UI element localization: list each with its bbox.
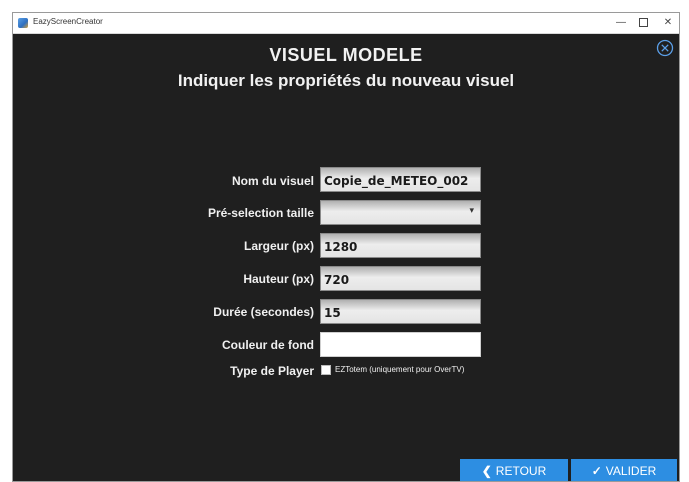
- preselection-label: Pré-selection taille: [207, 206, 314, 220]
- valider-label: VALIDER: [605, 464, 657, 478]
- chevron-left-icon: ❮: [481, 464, 492, 478]
- maximize-button[interactable]: [633, 15, 653, 31]
- largeur-label: Largeur (px): [243, 239, 314, 253]
- eztotem-checkbox-label[interactable]: EZTotem (uniquement pour OverTV): [335, 365, 464, 374]
- close-window-button[interactable]: ✕: [658, 15, 678, 31]
- preselection-select[interactable]: ▾: [320, 200, 481, 225]
- couleur-label: Couleur de fond: [222, 338, 314, 352]
- check-icon: ✓: [591, 464, 602, 478]
- hauteur-label: Hauteur (px): [243, 272, 314, 286]
- nom-label: Nom du visuel: [231, 174, 314, 188]
- window-title: EazyScreenCreator: [33, 17, 103, 26]
- valider-button[interactable]: ✓ VALIDER: [571, 459, 677, 481]
- hauteur-input[interactable]: 720: [320, 266, 481, 291]
- app-window: EazyScreenCreator — ✕ VISUEL MODELE Indi…: [12, 12, 680, 482]
- duree-label: Durée (secondes): [213, 305, 314, 319]
- title-bar: EazyScreenCreator — ✕: [13, 13, 679, 34]
- app-icon: [18, 18, 28, 28]
- page-title: VISUEL MODELE: [269, 45, 423, 65]
- player-label: Type de Player: [230, 364, 314, 378]
- page-subtitle: Indiquer les propriétés du nouveau visue…: [177, 71, 515, 90]
- largeur-input[interactable]: 1280: [320, 233, 481, 258]
- minimize-button[interactable]: —: [611, 15, 631, 31]
- retour-button[interactable]: ❮ RETOUR: [460, 459, 568, 481]
- retour-label: RETOUR: [495, 464, 547, 478]
- chevron-down-icon: ▾: [469, 206, 474, 216]
- eztotem-checkbox[interactable]: [321, 365, 331, 375]
- maximize-icon: [638, 17, 648, 27]
- couleur-picker[interactable]: [320, 332, 481, 357]
- duree-input[interactable]: 15: [320, 299, 481, 324]
- nom-input[interactable]: Copie_de_METEO_002: [320, 167, 481, 192]
